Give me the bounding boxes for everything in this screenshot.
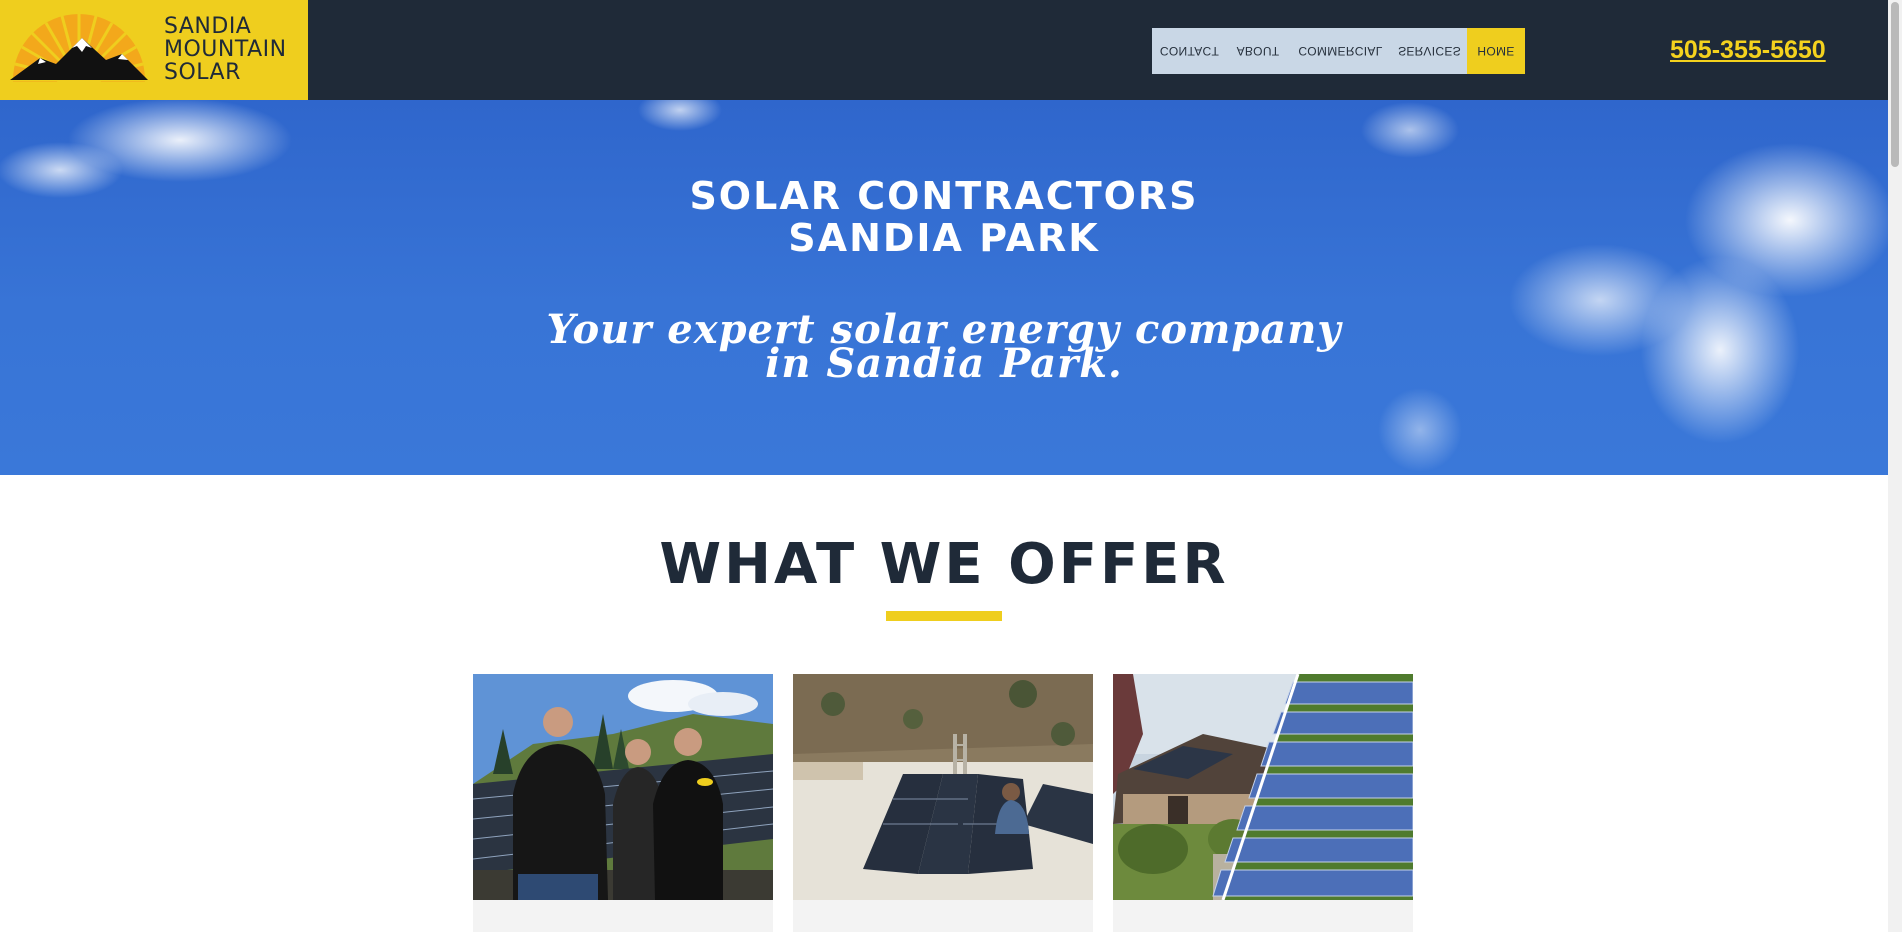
hero-banner: SOLAR CONTRACTORS SANDIA PARK Your exper… xyxy=(0,100,1888,475)
logo-text: SANDIA MOUNTAIN SOLAR xyxy=(164,15,287,84)
page: SANDIA MOUNTAIN SOLAR CONTACT ABOUT COMM… xyxy=(0,0,1902,932)
sun-mountain-logo-icon xyxy=(10,14,148,82)
team-photo xyxy=(473,674,773,900)
nav-item-home[interactable]: HOME xyxy=(1467,28,1525,74)
solar-panels-split-photo xyxy=(1113,674,1413,900)
section-title: WHAT WE OFFER xyxy=(659,532,1229,597)
hero-title-line: SOLAR CONTRACTORS xyxy=(689,174,1199,218)
nav-item-commercial[interactable]: COMMERCIAL xyxy=(1289,28,1392,74)
nav-item-services[interactable]: SERVICES xyxy=(1392,28,1467,74)
rooftop-install-photo xyxy=(793,674,1093,900)
hero-title-line: SANDIA PARK xyxy=(788,216,1100,260)
nav-item-about[interactable]: ABOUT xyxy=(1227,28,1289,74)
offer-card[interactable] xyxy=(793,674,1093,932)
scrollbar-thumb[interactable] xyxy=(1891,2,1899,167)
logo-line: MOUNTAIN xyxy=(164,37,287,62)
logo-line: SOLAR xyxy=(164,60,241,85)
logo-line: SANDIA xyxy=(164,14,252,39)
vertical-scrollbar[interactable] xyxy=(1888,0,1902,932)
hero-subtitle-line: in Sandia Park. xyxy=(765,340,1123,387)
offer-card[interactable] xyxy=(1113,674,1413,932)
hero-title: SOLAR CONTRACTORS SANDIA PARK xyxy=(0,175,1888,259)
site-header: SANDIA MOUNTAIN SOLAR CONTACT ABOUT COMM… xyxy=(0,0,1888,100)
main-nav: CONTACT ABOUT COMMERCIAL SERVICES HOME xyxy=(1152,28,1525,74)
hero-subtitle: Your expert solar energy company in Sand… xyxy=(0,310,1888,387)
title-underline xyxy=(886,611,1002,621)
offer-card[interactable] xyxy=(473,674,773,932)
logo[interactable]: SANDIA MOUNTAIN SOLAR xyxy=(0,0,308,100)
nav-item-contact[interactable]: CONTACT xyxy=(1152,28,1227,74)
phone-link[interactable]: 505-355-5650 xyxy=(1670,36,1826,65)
